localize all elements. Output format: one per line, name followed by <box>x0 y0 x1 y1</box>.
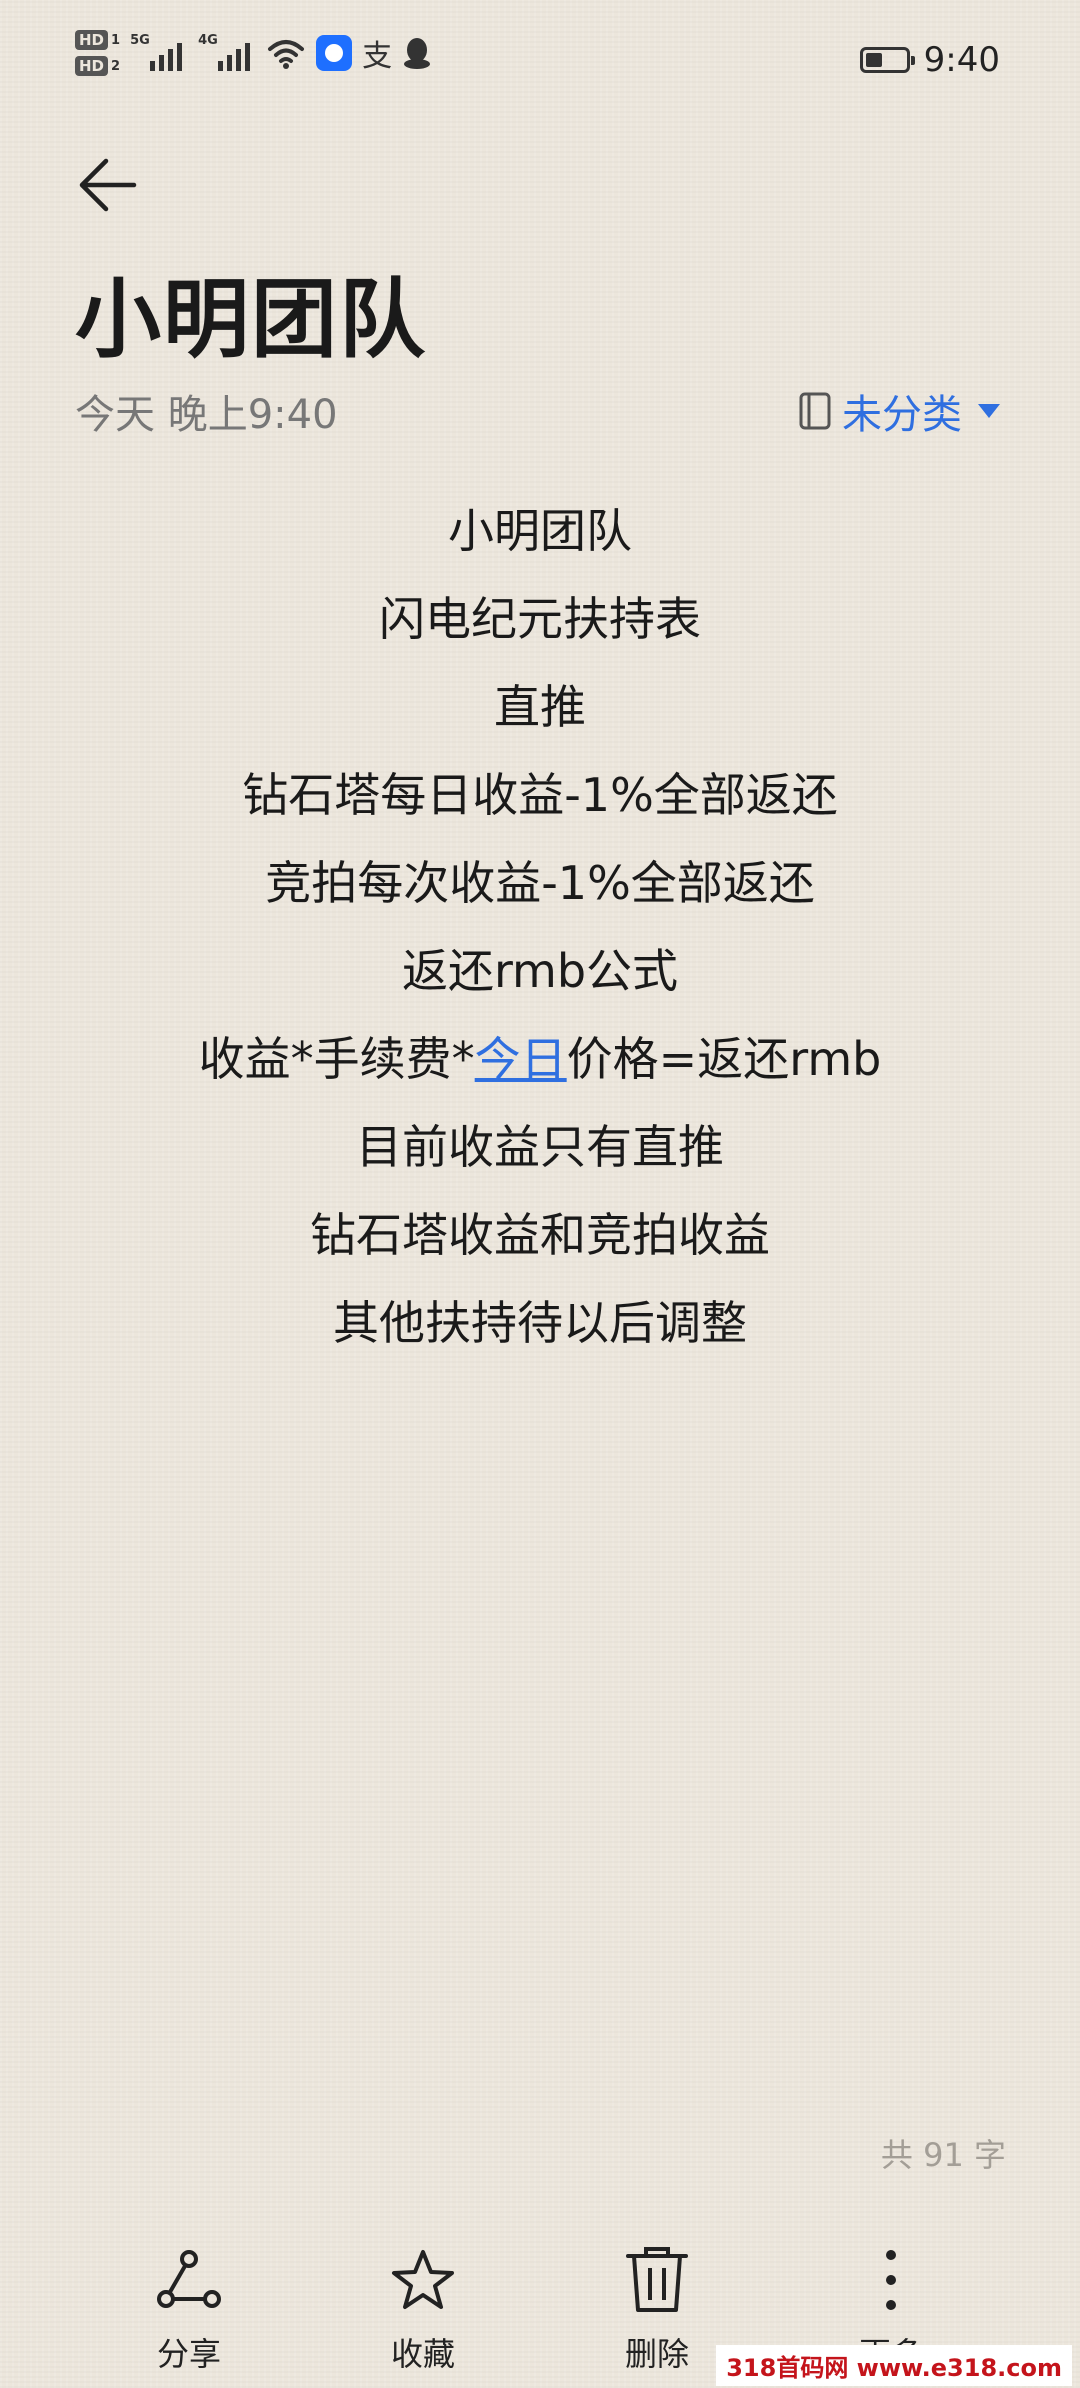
status-bar: HD 1 HD 2 5G 4G 支 9:40 <box>0 0 1080 130</box>
share-button[interactable]: 分享 <box>109 2235 269 2388</box>
hd-indicators: HD 1 HD 2 <box>75 30 120 76</box>
note-date: 今天 晚上9:40 <box>75 392 338 438</box>
favorite-label: 收藏 <box>390 2335 455 2373</box>
hd2-indicator: HD 2 <box>75 56 120 76</box>
share-label: 分享 <box>156 2335 221 2373</box>
caret-down-icon <box>978 404 1000 418</box>
wifi-icon <box>268 40 305 69</box>
signal-4g-icon: 4G <box>198 31 256 75</box>
status-icons-right: 9:40 <box>859 40 1000 80</box>
watermark: 318首码网 www.e318.com <box>716 2345 1072 2386</box>
signal-5g-icon: 5G <box>130 31 188 75</box>
favorite-button[interactable]: 收藏 <box>343 2235 503 2388</box>
date-link[interactable]: 今日 <box>475 1032 567 1086</box>
note-line-text: 收益*手续费* <box>198 1032 475 1086</box>
share-icon <box>157 2250 221 2308</box>
back-arrow-icon <box>79 158 137 212</box>
note-line: 钻石塔收益和竞拍收益 <box>310 1208 770 1262</box>
note-line: 钻石塔每日收益-1%全部返还 <box>242 768 838 822</box>
back-button[interactable] <box>68 145 148 225</box>
delete-label: 删除 <box>624 2335 689 2373</box>
star-icon <box>392 2250 454 2309</box>
trash-icon <box>626 2247 688 2312</box>
alipay-icon: 支 <box>362 39 393 74</box>
more-vertical-icon <box>886 2250 896 2310</box>
note-line: 直推 <box>494 680 586 734</box>
note-title[interactable]: 小明团队 <box>75 265 427 375</box>
note-line: 闪电纪元扶持表 <box>379 592 701 646</box>
delete-button[interactable]: 删除 <box>577 2235 737 2388</box>
app-notification-icon <box>316 35 353 71</box>
battery-icon <box>859 47 915 73</box>
note-line: 竞拍每次收益-1%全部返还 <box>265 856 815 910</box>
note-line: 其他扶持待以后调整 <box>333 1296 747 1350</box>
note-line: 小明团队 <box>448 504 632 558</box>
qq-icon <box>404 38 431 69</box>
word-count: 共 91 字 <box>880 2136 1006 2174</box>
note-line: 收益*手续费*今日价格=返还rmb <box>0 1015 1080 1103</box>
category-selector[interactable]: 未分类 <box>798 382 1000 440</box>
note-line-text: 价格=返还rmb <box>566 1032 882 1086</box>
hd1-indicator: HD 1 <box>75 30 120 50</box>
notebook-icon <box>799 392 831 430</box>
note-body[interactable]: 小明团队 闪电纪元扶持表 直推 钻石塔每日收益-1%全部返还 竞拍每次收益-1%… <box>0 487 1080 1367</box>
note-line: 返还rmb公式 <box>401 944 679 998</box>
category-label: 未分类 <box>842 392 962 438</box>
note-line: 目前收益只有直推 <box>356 1120 724 1174</box>
clock: 9:40 <box>923 40 1000 80</box>
status-icons-left: HD 1 HD 2 5G 4G 支 <box>75 30 432 76</box>
